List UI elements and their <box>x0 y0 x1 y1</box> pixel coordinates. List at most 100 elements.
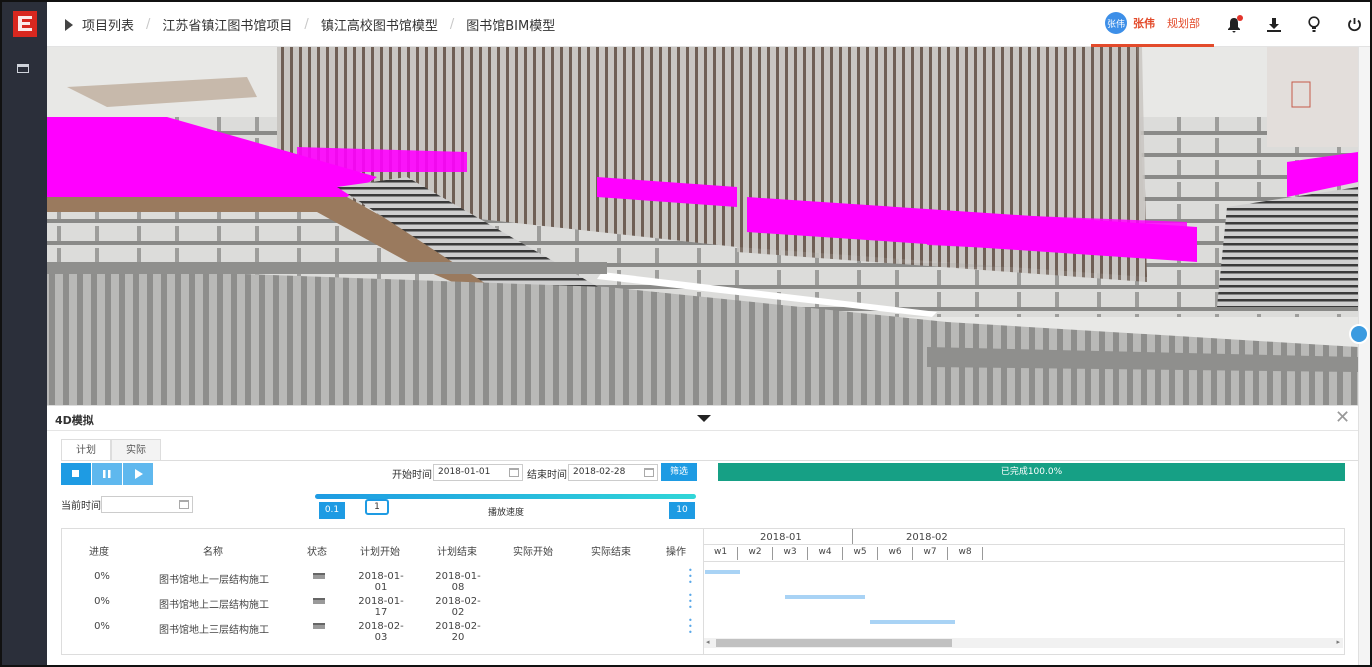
notification-dot <box>1237 15 1243 21</box>
start-time-label: 开始时间 <box>392 470 432 481</box>
download-icon <box>1267 17 1281 32</box>
4d-simulation-panel: 4D模拟 ✕ 计划 实际 开始时间 2018-01-01 结束时间 2018-0… <box>47 405 1358 665</box>
current-time-input[interactable] <box>101 496 193 513</box>
calendar-icon[interactable] <box>644 468 654 477</box>
breadcrumb: 项目列表 / 江苏省镇江图书馆项目 / 镇江高校图书馆模型 / 图书馆BIM模型 <box>65 2 555 47</box>
top-header: 项目列表 / 江苏省镇江图书馆项目 / 镇江高校图书馆模型 / 图书馆BIM模型… <box>47 2 1370 47</box>
pause-icon <box>103 469 111 478</box>
calendar-icon[interactable] <box>509 468 519 477</box>
gantt-week: w7 <box>913 547 948 560</box>
column-header-plan-start: 计划开始 <box>360 547 400 558</box>
gantt-task-bar[interactable] <box>785 595 865 599</box>
speed-label: 播放速度 <box>488 508 525 518</box>
app-logo-icon[interactable] <box>13 11 37 37</box>
task-progress: 0% <box>94 571 110 582</box>
more-actions-icon[interactable]: • • • <box>688 567 693 587</box>
breadcrumb-item-model[interactable]: 图书馆BIM模型 <box>466 15 555 34</box>
scroll-left-arrow-icon[interactable]: ◂ <box>706 638 710 646</box>
end-time-label: 结束时间 <box>527 470 567 481</box>
user-department: 规划部 <box>1167 17 1200 30</box>
model-menu-icon[interactable] <box>17 64 29 73</box>
task-name: 图书馆地上一层结构施工 <box>159 575 269 586</box>
task-plan-start: 2018-02-03 <box>358 621 404 643</box>
completion-progress-bar: 已完成100.0% <box>718 463 1345 481</box>
task-progress: 0% <box>94 621 110 632</box>
task-progress: 0% <box>94 596 110 607</box>
table-row[interactable]: 0% 图书馆地上一层结构施工 2018-01-01 2018-01-08 • • • <box>62 565 703 594</box>
end-time-value: 2018-02-28 <box>573 467 626 477</box>
task-table-header: 进度 名称 状态 计划开始 计划结束 实际开始 实际结束 操作 <box>62 529 703 569</box>
gantt-divider <box>704 544 1345 545</box>
status-icon <box>313 623 325 629</box>
more-actions-icon[interactable]: • • • <box>688 617 693 637</box>
gantt-divider <box>704 561 1345 562</box>
start-time-value: 2018-01-01 <box>438 467 491 477</box>
progress-text: 已完成100.0% <box>1000 467 1063 477</box>
breadcrumb-item-project-list[interactable]: 项目列表 <box>82 15 134 34</box>
user-name: 张伟 <box>1133 17 1155 30</box>
breadcrumb-separator: / <box>146 17 151 32</box>
app-frame: 项目列表 / 江苏省镇江图书馆项目 / 镇江高校图书馆模型 / 图书馆BIM模型… <box>0 0 1372 667</box>
customer-service-button[interactable] <box>1349 324 1369 344</box>
breadcrumb-item-project[interactable]: 江苏省镇江图书馆项目 <box>162 15 292 34</box>
gantt-chart: 2018-01 2018-02 w1 w2 w3 w4 w5 w6 w7 w8 … <box>703 529 1345 654</box>
collapse-panel-icon[interactable] <box>697 415 711 422</box>
logout-button[interactable] <box>1334 2 1370 47</box>
breadcrumb-item-model-group[interactable]: 镇江高校图书馆模型 <box>321 15 438 34</box>
tips-button[interactable] <box>1294 2 1334 47</box>
lightbulb-icon <box>1308 16 1320 32</box>
panel-divider <box>47 430 1358 431</box>
gantt-week: w2 <box>738 547 773 560</box>
gantt-week: w1 <box>704 547 738 560</box>
simulation-tabs: 计划 实际 <box>61 439 161 461</box>
task-name: 图书馆地上二层结构施工 <box>159 600 269 611</box>
header-actions: 张伟 张伟 规划部 <box>1091 2 1370 47</box>
scroll-right-arrow-icon[interactable]: ▸ <box>1336 638 1340 646</box>
start-time-input[interactable]: 2018-01-01 <box>433 464 523 481</box>
stop-button[interactable] <box>61 463 91 485</box>
status-icon <box>313 573 325 579</box>
task-plan-end: 2018-02-20 <box>435 621 481 643</box>
speed-min-value: 0.1 <box>319 502 345 519</box>
tabs-divider <box>61 460 1358 461</box>
filter-button[interactable]: 筛选 <box>661 463 697 481</box>
table-row[interactable]: 0% 图书馆地上二层结构施工 2018-01-17 2018-02-02 • • • <box>62 590 703 619</box>
viewport-scrollbar[interactable] <box>1358 47 1370 665</box>
gantt-scroll-thumb[interactable] <box>716 639 952 647</box>
column-header-actual-start: 实际开始 <box>513 547 553 558</box>
bim-3d-viewport[interactable] <box>47 47 1358 405</box>
calendar-icon[interactable] <box>179 500 189 509</box>
tab-actual[interactable]: 实际 <box>111 439 161 461</box>
column-header-progress: 进度 <box>89 547 109 558</box>
breadcrumb-separator: / <box>449 17 455 32</box>
table-row[interactable]: 0% 图书馆地上三层结构施工 2018-02-03 2018-02-20 • • • <box>62 615 703 644</box>
gantt-task-bar[interactable] <box>705 570 740 574</box>
speed-max-value: 10 <box>669 502 695 519</box>
speed-slider-handle[interactable]: 1 <box>365 499 389 515</box>
more-actions-icon[interactable]: • • • <box>688 592 693 612</box>
stop-icon <box>72 470 79 477</box>
tab-plan[interactable]: 计划 <box>61 439 111 461</box>
avatar: 张伟 <box>1105 12 1127 34</box>
gantt-horizontal-scrollbar[interactable]: ◂ ▸ <box>704 638 1343 648</box>
notifications-button[interactable] <box>1214 2 1254 47</box>
play-button[interactable] <box>123 463 153 485</box>
current-time-label: 当前时间 <box>61 501 101 512</box>
status-icon <box>313 598 325 604</box>
play-icon <box>134 469 143 479</box>
gantt-task-bar[interactable] <box>870 620 955 624</box>
download-button[interactable] <box>1254 2 1294 47</box>
end-time-input[interactable]: 2018-02-28 <box>568 464 658 481</box>
gantt-week: w8 <box>948 547 983 560</box>
bim-model-render <box>47 47 1358 405</box>
gantt-week: w3 <box>773 547 808 560</box>
close-panel-button[interactable]: ✕ <box>1335 408 1350 428</box>
pause-button[interactable] <box>92 463 122 485</box>
power-icon <box>1347 18 1361 32</box>
task-grid: 进度 名称 状态 计划开始 计划结束 实际开始 实际结束 操作 0% 图书馆地上… <box>61 528 1345 655</box>
breadcrumb-arrow-icon <box>65 18 73 31</box>
user-menu[interactable]: 张伟 张伟 规划部 <box>1091 2 1214 47</box>
gantt-week: w5 <box>843 547 878 560</box>
gantt-month-divider <box>852 529 853 544</box>
gantt-month: 2018-01 <box>760 532 802 543</box>
